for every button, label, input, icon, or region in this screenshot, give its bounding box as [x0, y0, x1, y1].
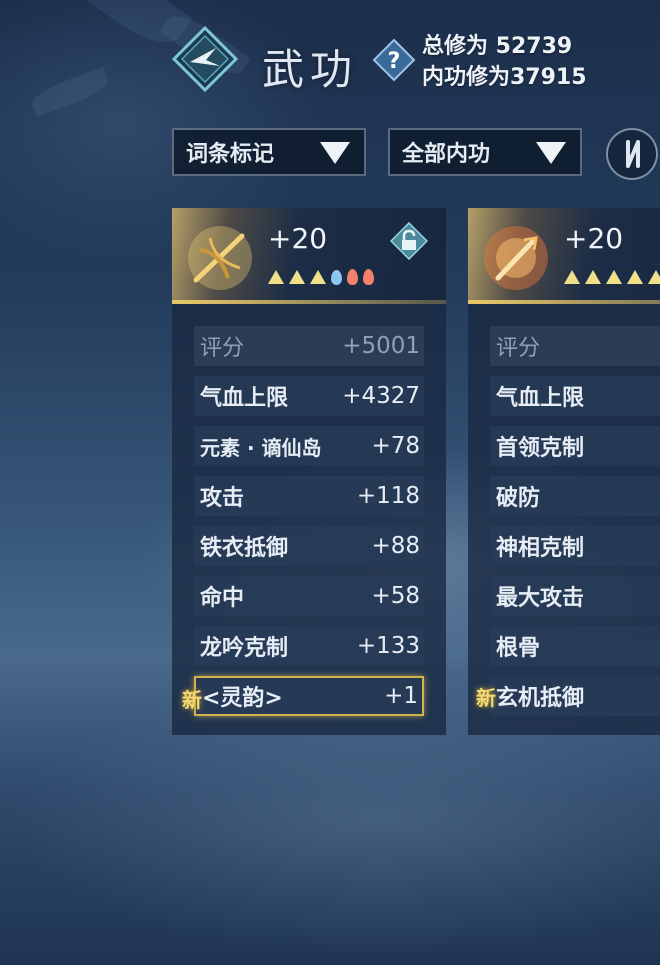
stat-label: 气血上限: [200, 386, 289, 411]
screen: 武功 ? 总修为 52739 内功修为37915 词条标记 全部内功 +20 评…: [0, 0, 660, 965]
stat-row: 气血上限 +4327: [194, 376, 424, 416]
toggle-button[interactable]: [606, 128, 658, 180]
stat-row: 根骨: [490, 626, 660, 666]
stat-value: +88: [371, 533, 420, 559]
score-value: +5001: [342, 333, 420, 359]
new-badge: 新: [476, 686, 496, 710]
triangle-mark-icon: [289, 270, 305, 284]
type-filter-dropdown[interactable]: 全部内功: [388, 128, 582, 176]
skill-card[interactable]: +20 评分 +5001 气血上限 +4327 元素 · 谪仙岛 +78 攻击 …: [172, 208, 446, 735]
stat-label: 攻击: [200, 486, 245, 511]
inner-cultivation: 内功修为37915: [422, 65, 587, 90]
card-header: +20: [172, 208, 446, 304]
quality-marks: [268, 266, 374, 288]
quality-marks: [564, 266, 660, 288]
question-diamond-icon: ?: [372, 38, 416, 82]
stat-label: 首领克制: [496, 436, 585, 461]
stat-row: 首领克制: [490, 426, 660, 466]
score-label: 评分: [200, 336, 245, 361]
triangle-mark-icon: [606, 270, 622, 284]
stat-row: 铁衣抵御 +88: [194, 526, 424, 566]
leaf-decoration: [28, 67, 112, 117]
score-row: 评分 +3: [490, 326, 660, 366]
enhance-level: +20: [268, 222, 328, 255]
card-header: +20: [468, 208, 660, 304]
stat-value: +78: [371, 433, 420, 459]
stat-value: +4327: [342, 383, 420, 409]
triangle-mark-icon: [268, 270, 284, 284]
enhance-level: +20: [564, 222, 624, 255]
triangle-mark-icon: [585, 270, 601, 284]
score-label: 评分: [496, 336, 541, 361]
unlock-diamond-icon[interactable]: [390, 222, 428, 260]
score-row: 评分 +5001: [194, 326, 424, 366]
triangle-down-icon: [536, 142, 566, 164]
stat-label: 破防: [496, 486, 541, 511]
stat-label: 神相克制: [496, 536, 585, 561]
cultivation-stats: 总修为 52739 内功修为37915: [422, 31, 587, 93]
stat-value: +58: [371, 583, 420, 609]
type-filter-label: 全部内功: [402, 142, 491, 167]
stat-label: 气血上限: [496, 386, 585, 411]
stat-label: 龙吟克制: [200, 636, 289, 661]
stat-row: 攻击 +118: [194, 476, 424, 516]
stat-row: 命中 +58: [194, 576, 424, 616]
stat-label: 根骨: [496, 636, 541, 661]
new-stat-row: 新 <灵韵> +1: [182, 676, 424, 716]
diamond-emblem-icon: [171, 25, 239, 93]
triangle-down-icon: [320, 142, 350, 164]
stat-label: 最大攻击: [496, 586, 585, 611]
fire-icon: [347, 269, 358, 285]
fire-icon: [363, 269, 374, 285]
flame-sword-weapon-icon: [484, 226, 548, 290]
new-stat-row: 新 玄机抵御: [476, 676, 660, 716]
stat-label: <灵韵>: [202, 686, 283, 711]
triangle-mark-icon: [310, 270, 326, 284]
total-cultivation: 总修为 52739: [422, 34, 573, 59]
stat-row: 龙吟克制 +133: [194, 626, 424, 666]
svg-text:?: ?: [388, 49, 401, 74]
back-emblem-button[interactable]: [171, 25, 239, 93]
new-badge: 新: [182, 688, 202, 712]
triangle-mark-icon: [627, 270, 643, 284]
stat-label: 玄机抵御: [496, 686, 585, 711]
skill-card[interactable]: +20 评分 +3 气血上限 +4 首领克制 破防 + 神相克制: [468, 208, 660, 735]
tag-filter-label: 词条标记: [186, 142, 275, 167]
page-title: 武功: [262, 45, 359, 94]
stat-value: +133: [356, 633, 420, 659]
stat-row: 破防 +: [490, 476, 660, 516]
stat-label: 元素 · 谪仙岛: [200, 435, 322, 460]
triangle-mark-icon: [564, 270, 580, 284]
stat-row: 最大攻击 +: [490, 576, 660, 616]
water-drop-icon: [331, 269, 342, 285]
stat-row: 元素 · 谪仙岛 +78: [194, 426, 424, 466]
help-button[interactable]: ?: [372, 38, 416, 82]
stat-value: +1: [384, 683, 418, 709]
crossbow-weapon-icon: [188, 226, 252, 290]
tag-filter-dropdown[interactable]: 词条标记: [172, 128, 366, 176]
stat-value: +118: [356, 483, 420, 509]
stat-label: 命中: [200, 586, 245, 611]
triangle-mark-icon: [648, 270, 660, 284]
stat-row: 气血上限 +4: [490, 376, 660, 416]
stat-label: 铁衣抵御: [200, 536, 289, 561]
stat-row: 神相克制: [490, 526, 660, 566]
slash-toggle-icon: [626, 140, 640, 168]
